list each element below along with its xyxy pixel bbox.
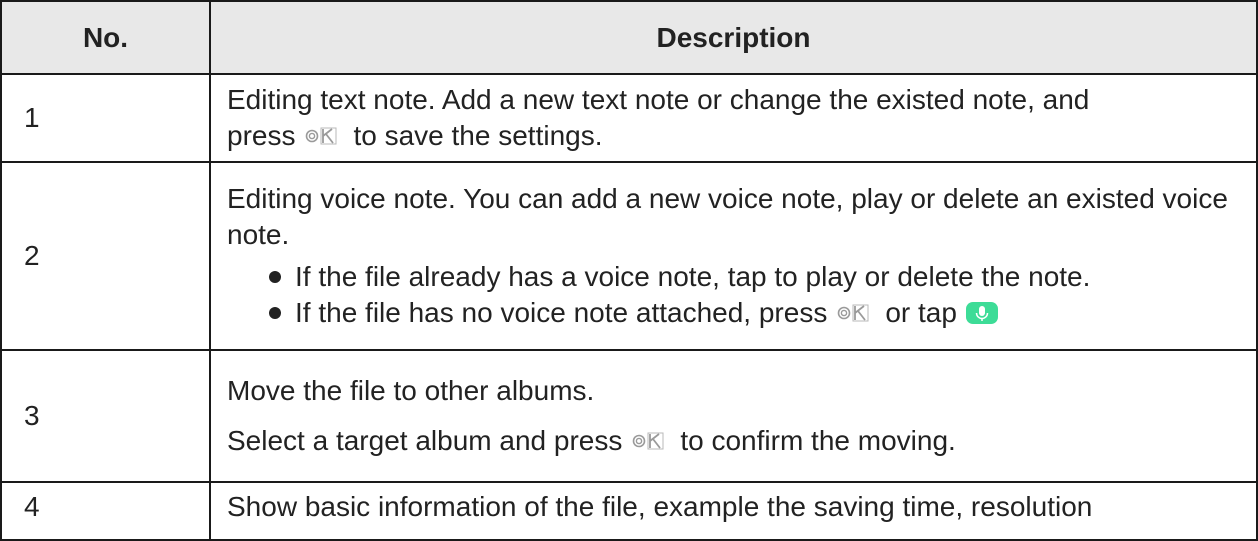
table-row: 1 Editing text note. Add a new text note… — [0, 73, 1258, 163]
table-row: 4 Show basic information of the file, ex… — [0, 481, 1258, 541]
row-description: Editing text note. Add a new text note o… — [209, 73, 1258, 163]
description-text: to confirm the moving. — [680, 425, 956, 456]
header-no: No. — [0, 0, 211, 75]
description-text: press — [227, 120, 296, 151]
header-description: Description — [209, 0, 1258, 75]
table-header-row: No. Description — [0, 0, 1258, 75]
row-description: Editing voice note. You can add a new vo… — [209, 161, 1258, 351]
row-number: 2 — [0, 161, 211, 351]
row-number: 4 — [0, 481, 211, 541]
description-text: Move the file to other albums. — [227, 375, 595, 406]
description-table: No. Description 1 Editing text note. Add… — [0, 0, 1258, 541]
description-text: Select a target album and press — [227, 425, 623, 456]
row-description: Move the file to other albums. Select a … — [209, 349, 1258, 483]
table-row: 3 Move the file to other albums. Select … — [0, 349, 1258, 483]
table-row: 2 Editing voice note. You can add a new … — [0, 161, 1258, 351]
microphone-icon — [965, 299, 999, 325]
bullet-text: or tap — [885, 297, 957, 328]
description-text: to save the settings. — [353, 120, 603, 151]
bullet-text: If the file already has a voice note, ta… — [295, 261, 1091, 292]
list-item: If the file has no voice note attached, … — [269, 295, 1242, 331]
row-description: Show basic information of the file, exam… — [209, 481, 1258, 541]
description-text: Editing voice note. You can add a new vo… — [227, 183, 1228, 250]
row-number: 1 — [0, 73, 211, 163]
ok-button-icon — [632, 425, 670, 450]
ok-button-icon — [305, 120, 343, 145]
row-number: 3 — [0, 349, 211, 483]
bullet-text: If the file has no voice note attached, … — [295, 297, 828, 328]
description-text: Editing text note. Add a new text note o… — [227, 84, 1090, 115]
list-item: If the file already has a voice note, ta… — [269, 259, 1242, 295]
bullet-list: If the file already has a voice note, ta… — [227, 259, 1242, 331]
ok-button-icon — [837, 297, 875, 322]
description-text-line: Select a target album and press to confir… — [227, 423, 1242, 459]
